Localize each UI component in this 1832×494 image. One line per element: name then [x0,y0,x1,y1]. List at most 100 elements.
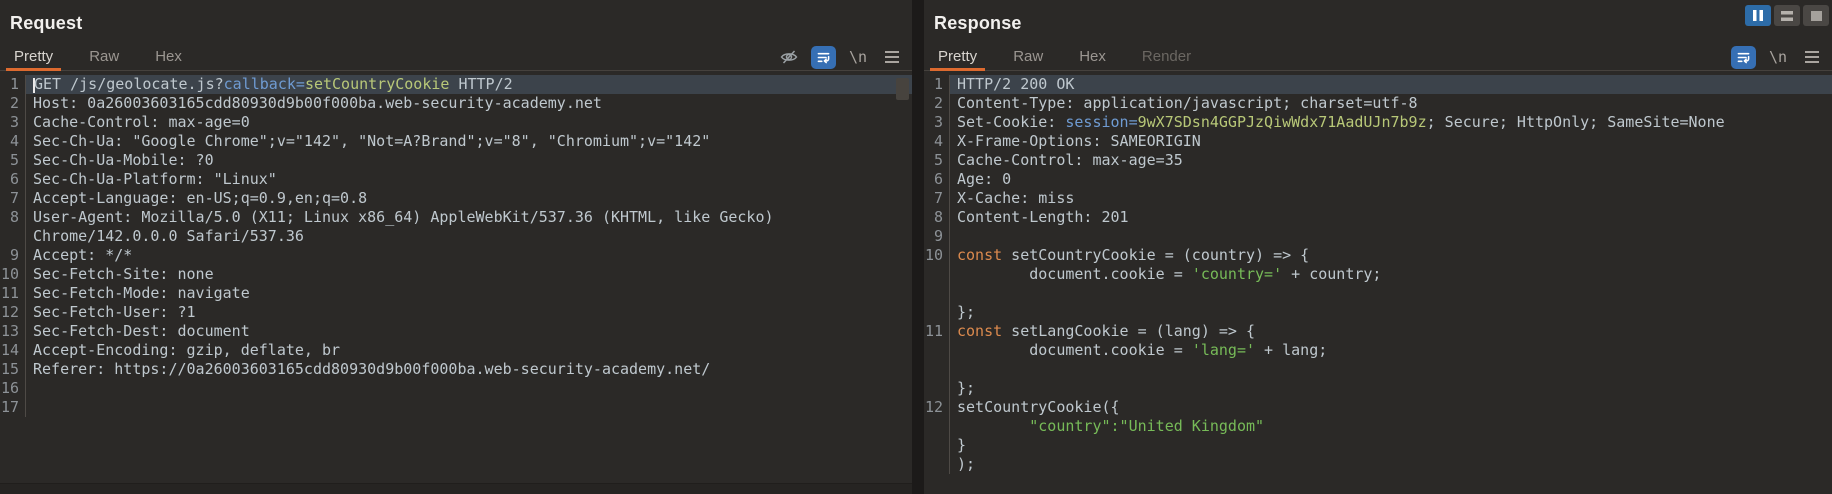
code-line[interactable]: 9Accept: */* [0,246,912,265]
line-number: 7 [0,189,26,208]
code-line[interactable]: 5Cache-Control: max-age=35 [924,151,1832,170]
request-editor[interactable]: 1GET /js/geolocate.js?callback=setCountr… [0,72,912,494]
line-number: 10 [924,246,950,265]
request-vertical-scrollbar[interactable] [896,78,909,100]
response-tab-icons: \n [1731,45,1824,69]
code-line[interactable]: 15Referer: https://0a26003603165cdd80930… [0,360,912,379]
line-number: 16 [0,379,26,398]
menu-icon[interactable] [880,45,904,69]
single-pane-button[interactable] [1803,5,1829,26]
response-editor[interactable]: 1HTTP/2 200 OK2Content-Type: application… [924,72,1832,494]
code-text [950,360,1832,379]
code-line[interactable]: 11const setLangCookie = (lang) => { [924,322,1832,341]
code-line[interactable]: document.cookie = 'country=' + country; [924,265,1832,284]
request-tab-icons: \n [777,45,904,69]
code-text: }; [950,303,1832,322]
response-tab-raw[interactable]: Raw [1009,44,1047,70]
line-number: 5 [924,151,950,170]
code-text: const setCountryCookie = (country) => { [950,246,1832,265]
code-line[interactable]: 4Sec-Ch-Ua: "Google Chrome";v="142", "No… [0,132,912,151]
code-line[interactable]: }; [924,379,1832,398]
code-line[interactable]: 1HTTP/2 200 OK [924,75,1832,94]
code-line[interactable]: 3Set-Cookie: session=9wX7SDsn4GGPJzQiwWd… [924,113,1832,132]
code-text: "country":"United Kingdom" [950,417,1832,436]
code-line[interactable]: 2Content-Type: application/javascript; c… [924,94,1832,113]
pause-button[interactable] [1745,5,1771,26]
code-line[interactable]: ); [924,455,1832,474]
code-text: Set-Cookie: session=9wX7SDsn4GGPJzQiwWdx… [950,113,1832,132]
code-line[interactable]: 8Content-Length: 201 [924,208,1832,227]
split-rows-button[interactable] [1774,5,1800,26]
code-line[interactable]: 9 [924,227,1832,246]
request-tab-hex[interactable]: Hex [151,44,186,70]
code-line[interactable] [924,284,1832,303]
code-line[interactable]: 10const setCountryCookie = (country) => … [924,246,1832,265]
code-line[interactable]: "country":"United Kingdom" [924,417,1832,436]
response-tab-hex[interactable]: Hex [1075,44,1110,70]
code-line[interactable]: 4X-Frame-Options: SAMEORIGIN [924,132,1832,151]
code-line[interactable]: }; [924,303,1832,322]
code-line[interactable]: document.cookie = 'lang=' + lang; [924,341,1832,360]
soft-wrap-icon[interactable] [1731,46,1756,69]
response-tabs: Pretty Raw Hex Render [934,44,1223,70]
code-text: Age: 0 [950,170,1832,189]
code-line[interactable]: Chrome/142.0.0.0 Safari/537.36 [0,227,912,246]
window-controls [1745,5,1829,26]
code-text: Sec-Ch-Ua-Platform: "Linux" [26,170,912,189]
code-line[interactable]: 2Host: 0a26003603165cdd80930d9b00f000ba.… [0,94,912,113]
line-number [924,341,950,360]
response-tab-pretty[interactable]: Pretty [934,44,981,70]
code-line[interactable]: 11Sec-Fetch-Mode: navigate [0,284,912,303]
line-number: 13 [0,322,26,341]
code-line[interactable]: } [924,436,1832,455]
line-number: 9 [0,246,26,265]
code-line[interactable]: 17 [0,398,912,417]
line-number [924,455,950,474]
code-text: } [950,436,1832,455]
line-number: 6 [924,170,950,189]
code-line[interactable]: 3Cache-Control: max-age=0 [0,113,912,132]
request-horizontal-scrollbar[interactable] [0,483,912,494]
line-number [924,379,950,398]
line-number: 15 [0,360,26,379]
code-text [950,227,1832,246]
code-line[interactable]: 7Accept-Language: en-US;q=0.9,en;q=0.8 [0,189,912,208]
line-number: 2 [0,94,26,113]
response-tab-render: Render [1138,44,1195,70]
code-line[interactable]: 7X-Cache: miss [924,189,1832,208]
code-text: Sec-Ch-Ua: "Google Chrome";v="142", "Not… [26,132,912,151]
code-line[interactable]: 14Accept-Encoding: gzip, deflate, br [0,341,912,360]
code-line[interactable]: 1GET /js/geolocate.js?callback=setCountr… [0,75,912,94]
panel-divider[interactable] [912,0,924,494]
newline-icon[interactable]: \n [846,45,870,69]
code-line[interactable]: 6Sec-Ch-Ua-Platform: "Linux" [0,170,912,189]
code-line[interactable]: 16 [0,379,912,398]
code-text: Content-Type: application/javascript; ch… [950,94,1832,113]
code-line[interactable]: 13Sec-Fetch-Dest: document [0,322,912,341]
line-number: 10 [0,265,26,284]
request-tabbar: Pretty Raw Hex \n [0,44,912,71]
request-tab-pretty[interactable]: Pretty [10,44,57,70]
soft-wrap-icon[interactable] [811,46,836,69]
code-line[interactable]: 10Sec-Fetch-Site: none [0,265,912,284]
menu-icon[interactable] [1800,45,1824,69]
newline-icon[interactable]: \n [1766,45,1790,69]
code-text: const setLangCookie = (lang) => { [950,322,1832,341]
code-text: Sec-Fetch-Site: none [26,265,912,284]
code-text: document.cookie = 'lang=' + lang; [950,341,1832,360]
code-line[interactable]: 8User-Agent: Mozilla/5.0 (X11; Linux x86… [0,208,912,227]
response-panel: Response PrettyRawHexRender \n [924,0,1832,494]
line-number: 3 [924,113,950,132]
line-number: 14 [0,341,26,360]
code-text: Sec-Fetch-User: ?1 [26,303,912,322]
request-tab-raw[interactable]: Raw [85,44,123,70]
code-text: Chrome/142.0.0.0 Safari/537.36 [26,227,912,246]
code-line[interactable]: 5Sec-Ch-Ua-Mobile: ?0 [0,151,912,170]
line-number: 11 [924,322,950,341]
code-line[interactable]: 6Age: 0 [924,170,1832,189]
eye-off-icon[interactable] [777,45,801,69]
code-text: Accept-Encoding: gzip, deflate, br [26,341,912,360]
code-line[interactable]: 12Sec-Fetch-User: ?1 [0,303,912,322]
code-line[interactable] [924,360,1832,379]
code-line[interactable]: 12setCountryCookie({ [924,398,1832,417]
